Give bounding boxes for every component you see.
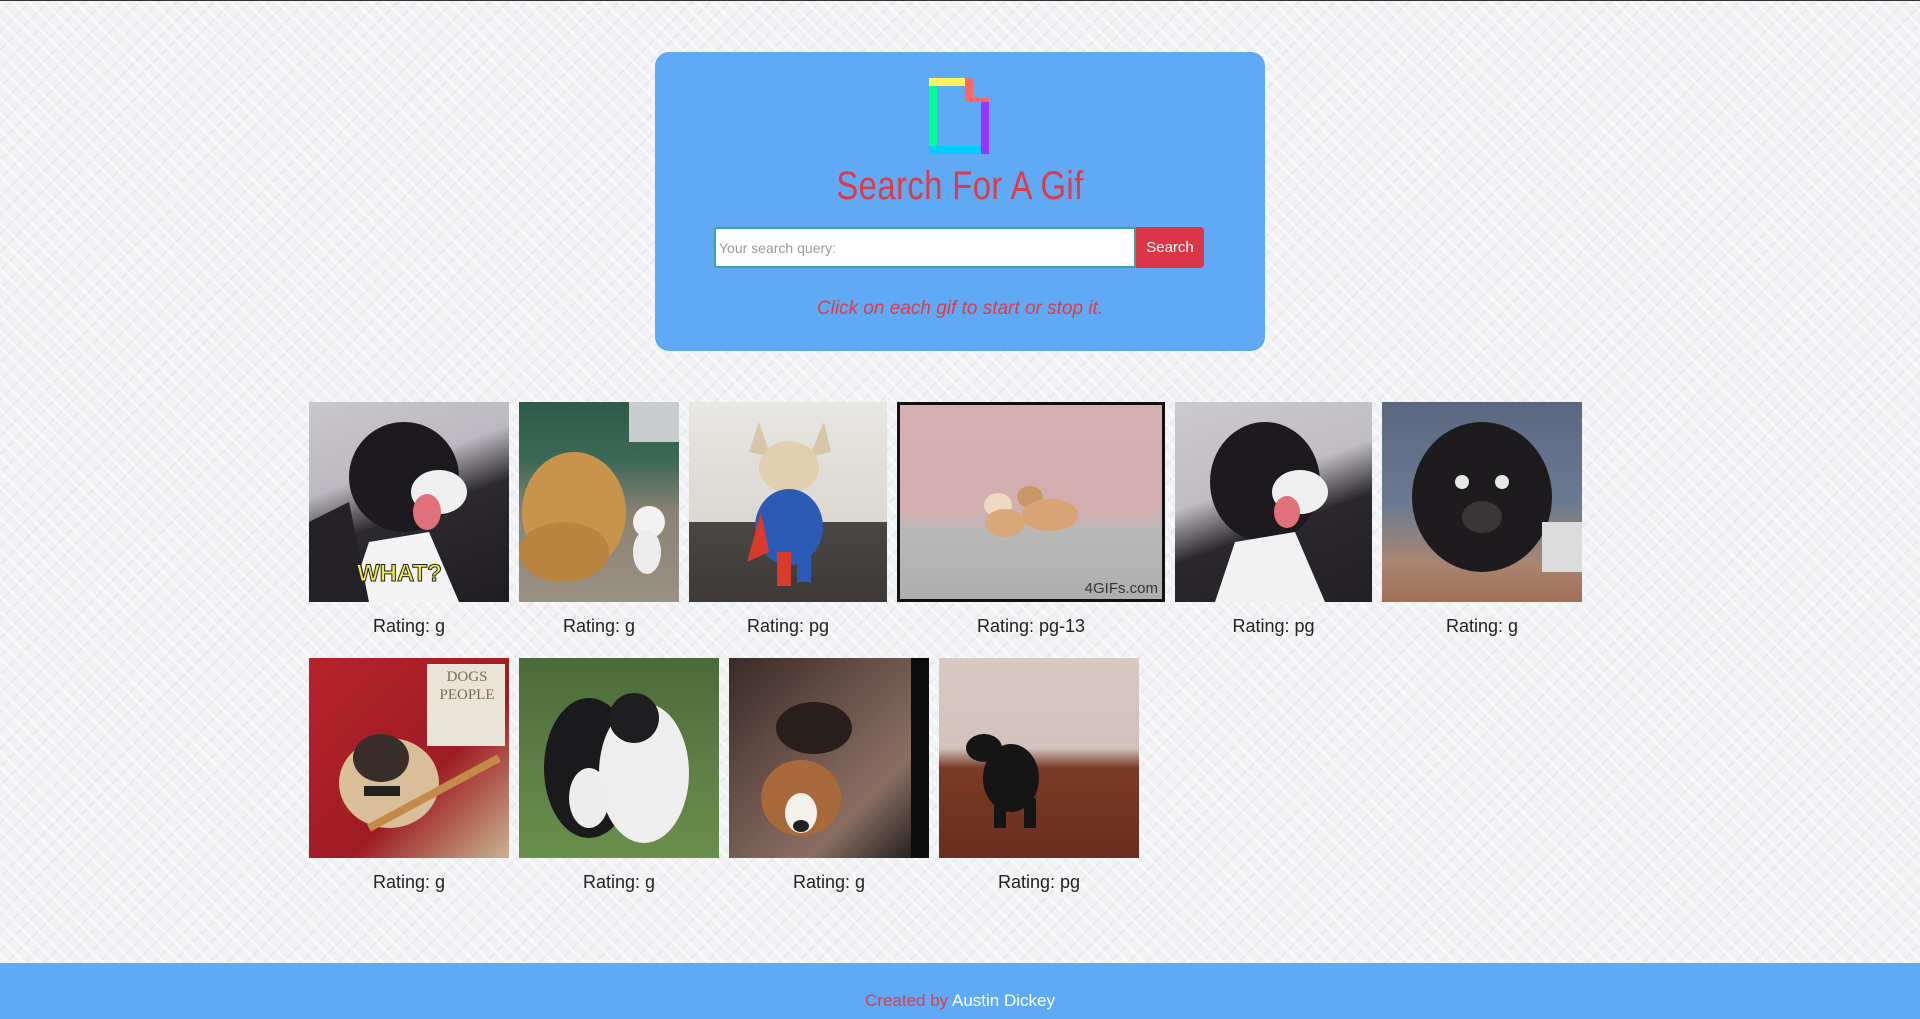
gif-rating: Rating: g (1445, 616, 1519, 636)
search-form: Search (714, 227, 1204, 268)
gif-image[interactable] (729, 658, 929, 858)
gif-rating: Rating: pg-13 (976, 616, 1086, 636)
search-panel: Search For A Gif Search Click on each gi… (655, 52, 1265, 351)
gif-caption-overlay: WHAT? (357, 560, 443, 588)
gif-image[interactable] (939, 658, 1139, 858)
gif-rating: Rating: g (372, 872, 446, 892)
gif-rating: Rating: pg (746, 616, 830, 636)
gif-card: Rating: g (1382, 402, 1582, 642)
gif-card: Rating: g (519, 402, 679, 642)
gif-image[interactable]: WHAT? (309, 402, 509, 602)
gif-card: Rating: g (519, 658, 719, 898)
gif-card: 4GIFs.com Rating: pg-13 (897, 402, 1165, 642)
gif-rating: Rating: g (582, 872, 656, 892)
footer-credit: Created by Austin Dickey (0, 991, 1920, 1011)
gif-card: Rating: pg (689, 402, 887, 642)
gif-rating: Rating: g (792, 872, 866, 892)
gif-image[interactable] (1175, 402, 1372, 602)
gif-rating: Rating: g (562, 616, 636, 636)
gif-card: DOGS PEOPLE Rating: g (309, 658, 509, 898)
gif-image[interactable] (519, 402, 679, 602)
author-link[interactable]: Austin Dickey (952, 991, 1055, 1010)
gif-watermark: 4GIFs.com (1084, 580, 1158, 597)
instructions-text: Click on each gif to start or stop it. (816, 298, 1104, 319)
book-title-overlay: DOGS PEOPLE (439, 669, 495, 703)
gif-rating: Rating: g (372, 616, 446, 636)
search-input[interactable] (714, 227, 1136, 268)
page-title: Search For A Gif (836, 164, 1084, 208)
gif-rating: Rating: pg (1232, 616, 1315, 636)
gif-card: Rating: pg (1175, 402, 1372, 642)
gif-image[interactable]: 4GIFs.com (897, 402, 1165, 602)
gif-image[interactable] (689, 402, 887, 602)
gif-image[interactable] (1382, 402, 1582, 602)
gif-card: WHAT? Rating: g (309, 402, 509, 642)
giphy-logo-icon (929, 78, 989, 154)
gif-card: Rating: g (729, 658, 929, 898)
gif-image[interactable]: DOGS PEOPLE (309, 658, 509, 858)
gif-rating: Rating: pg (997, 872, 1081, 892)
gif-image[interactable] (519, 658, 719, 858)
footer: Created by Austin Dickey (0, 963, 1920, 1019)
footer-prefix: Created by (865, 991, 949, 1010)
search-button[interactable]: Search (1136, 227, 1204, 268)
gif-card: Rating: pg (939, 658, 1139, 898)
